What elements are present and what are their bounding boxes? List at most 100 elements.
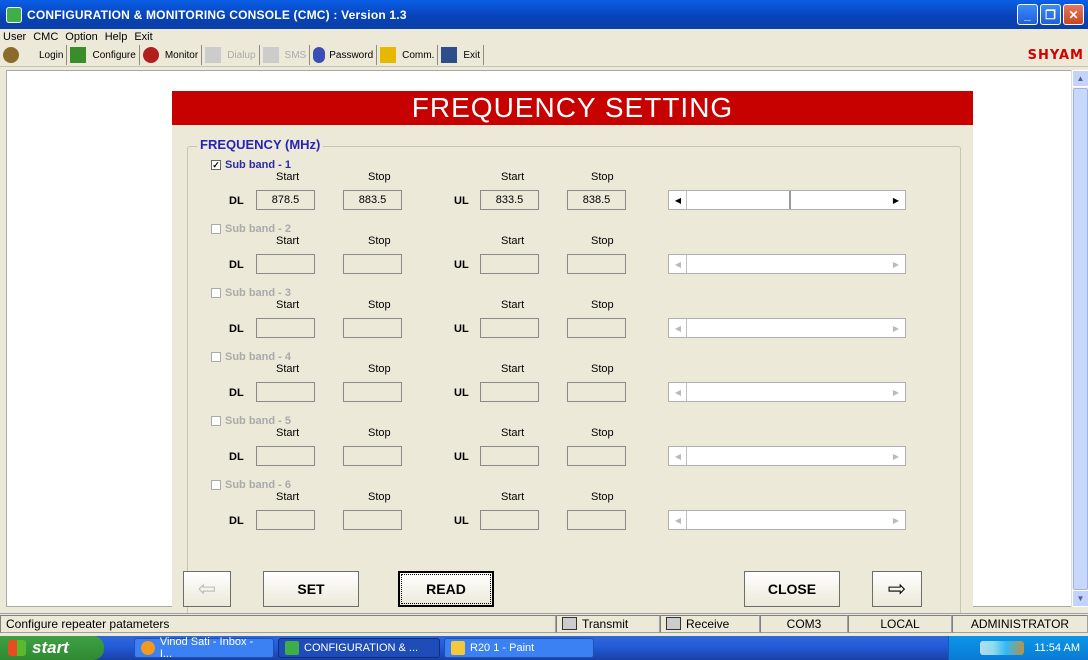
vertical-scrollbar[interactable]: ▲ ▼ xyxy=(1071,70,1088,607)
dl-stop-field[interactable] xyxy=(343,510,402,530)
slider-left-icon[interactable]: ◀ xyxy=(671,193,685,207)
menu-bar: User CMC Option Help Exit xyxy=(0,29,1088,44)
scroll-down-icon[interactable]: ▼ xyxy=(1072,590,1088,607)
password-button[interactable]: Password xyxy=(310,45,378,65)
menu-cmc[interactable]: CMC xyxy=(33,31,58,43)
slider-right-icon[interactable]: ▶ xyxy=(889,513,903,527)
slider-left-icon[interactable]: ◀ xyxy=(671,449,685,463)
slider-left-icon[interactable]: ◀ xyxy=(671,321,685,335)
ul-stop-field[interactable] xyxy=(567,318,626,338)
subband-checkbox[interactable]: Sub band - 4 xyxy=(211,351,291,363)
subband-slider[interactable]: ◀ ▶ xyxy=(668,254,906,274)
mail-icon xyxy=(141,641,155,655)
slider-right-icon[interactable]: ▶ xyxy=(889,257,903,271)
dialup-button[interactable]: Dialup xyxy=(202,45,260,65)
slider-thumb[interactable] xyxy=(789,191,791,209)
dl-label: DL xyxy=(229,387,244,399)
task-paint[interactable]: R20 1 - Paint xyxy=(444,638,594,658)
checkbox-icon xyxy=(211,288,221,298)
slider-right-icon[interactable]: ▶ xyxy=(889,321,903,335)
subband-checkbox[interactable]: ✓ Sub band - 1 xyxy=(211,159,291,171)
subband-slider[interactable]: ◀ ▶ xyxy=(668,446,906,466)
scroll-thumb[interactable] xyxy=(1073,88,1088,590)
dl-start-field[interactable] xyxy=(256,446,315,466)
slider-right-icon[interactable]: ▶ xyxy=(889,193,903,207)
ul-label: UL xyxy=(454,515,469,527)
maximize-button[interactable]: ❐ xyxy=(1040,4,1061,25)
port-indicator: COM3 xyxy=(760,614,848,633)
configure-button[interactable]: Configure xyxy=(67,45,140,65)
computer-icon xyxy=(562,617,577,630)
exit-button[interactable]: Exit xyxy=(438,45,485,65)
slider-right-icon[interactable]: ▶ xyxy=(889,449,903,463)
dl-stop-field[interactable]: 883.5 xyxy=(343,190,402,210)
dl-start-field[interactable] xyxy=(256,510,315,530)
subband-row: Sub band - 2 Start Stop Start Stop DL UL ◀ ▶ xyxy=(188,221,962,281)
ul-stop-header: Stop xyxy=(591,363,614,375)
ul-start-field[interactable]: 833.5 xyxy=(480,190,539,210)
subband-slider[interactable]: ◀ ▶ xyxy=(668,382,906,402)
ul-stop-field[interactable] xyxy=(567,254,626,274)
taskbar: start Vinod Sati - Inbox - I... CONFIGUR… xyxy=(0,636,1088,660)
dl-stop-field[interactable] xyxy=(343,446,402,466)
dl-start-field[interactable]: 878.5 xyxy=(256,190,315,210)
minimize-button[interactable]: _ xyxy=(1017,4,1038,25)
ul-stop-field[interactable] xyxy=(567,510,626,530)
ul-start-field[interactable] xyxy=(480,318,539,338)
subband-slider[interactable]: ◀ ▶ xyxy=(668,318,906,338)
ul-start-field[interactable] xyxy=(480,382,539,402)
set-button[interactable]: SET xyxy=(263,571,359,607)
menu-exit[interactable]: Exit xyxy=(134,31,152,43)
app-icon xyxy=(6,6,22,23)
comm-icon xyxy=(380,47,397,63)
subband-checkbox[interactable]: Sub band - 2 xyxy=(211,223,291,235)
task-configuration[interactable]: CONFIGURATION & ... xyxy=(278,638,440,658)
subband-checkbox[interactable]: Sub band - 3 xyxy=(211,287,291,299)
menu-option[interactable]: Option xyxy=(65,31,97,43)
subband-checkbox[interactable]: Sub band - 5 xyxy=(211,415,291,427)
dl-start-field[interactable] xyxy=(256,254,315,274)
subband-checkbox[interactable]: Sub band - 6 xyxy=(211,479,291,491)
ul-stop-field[interactable]: 838.5 xyxy=(567,190,626,210)
dl-start-field[interactable] xyxy=(256,382,315,402)
dl-stop-field[interactable] xyxy=(343,382,402,402)
slider-left-icon[interactable]: ◀ xyxy=(671,385,685,399)
slider-left-icon[interactable]: ◀ xyxy=(671,257,685,271)
task-inbox[interactable]: Vinod Sati - Inbox - I... xyxy=(134,636,274,660)
prev-button[interactable]: ⇦ xyxy=(183,571,231,607)
password-label: Password xyxy=(329,49,374,61)
next-button[interactable]: ⇨ xyxy=(872,571,922,607)
close-window-button[interactable]: ✕ xyxy=(1063,4,1084,25)
brand-logo: SHYAM xyxy=(1027,47,1084,63)
menu-user[interactable]: User xyxy=(3,31,26,43)
start-button[interactable]: start xyxy=(0,636,104,660)
menu-help[interactable]: Help xyxy=(105,31,128,43)
user-indicator: ADMINISTRATOR xyxy=(952,614,1088,633)
ul-stop-field[interactable] xyxy=(567,382,626,402)
slider-right-icon[interactable]: ▶ xyxy=(889,385,903,399)
system-tray: 11:54 AM xyxy=(948,636,1088,660)
title-bar: CONFIGURATION & MONITORING CONSOLE (CMC)… xyxy=(0,0,1088,29)
sms-button[interactable]: SMS xyxy=(260,45,311,65)
ul-stop-field[interactable] xyxy=(567,446,626,466)
login-button[interactable]: Login xyxy=(36,45,68,65)
dl-start-field[interactable] xyxy=(256,318,315,338)
ul-stop-header: Stop xyxy=(591,235,614,247)
ul-start-header: Start xyxy=(501,171,525,183)
dl-stop-field[interactable] xyxy=(343,318,402,338)
read-button[interactable]: READ xyxy=(398,571,494,607)
monitor-button[interactable]: Monitor xyxy=(140,45,203,65)
scroll-up-icon[interactable]: ▲ xyxy=(1072,70,1088,87)
ul-start-field[interactable] xyxy=(480,446,539,466)
subband-slider[interactable]: ◀ ▶ xyxy=(668,190,906,210)
comm-button[interactable]: Comm. xyxy=(377,45,439,65)
dl-label: DL xyxy=(229,259,244,271)
slider-left-icon[interactable]: ◀ xyxy=(671,513,685,527)
close-button[interactable]: CLOSE xyxy=(744,571,840,607)
tray-icons[interactable] xyxy=(980,641,1025,655)
dl-stop-field[interactable] xyxy=(343,254,402,274)
subband-slider[interactable]: ◀ ▶ xyxy=(668,510,906,530)
ul-start-field[interactable] xyxy=(480,510,539,530)
ul-label: UL xyxy=(454,195,469,207)
ul-start-field[interactable] xyxy=(480,254,539,274)
